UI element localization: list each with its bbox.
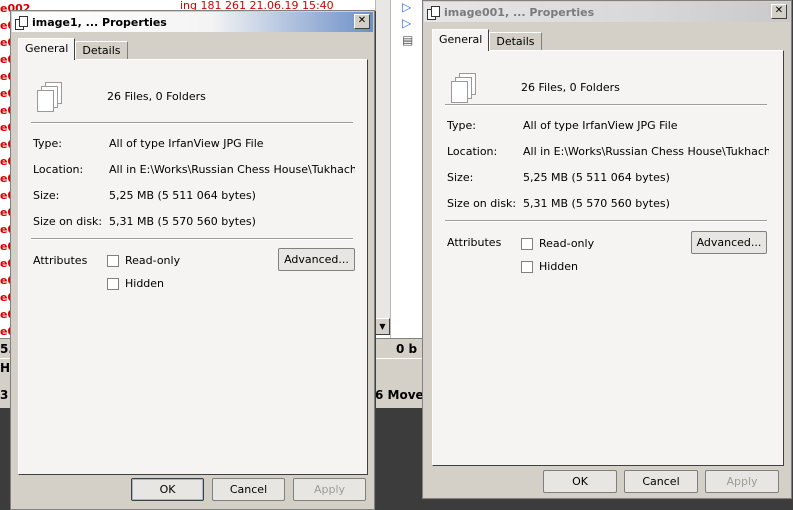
size-label: Size: <box>33 189 60 202</box>
advanced-button[interactable]: Advanced... <box>278 248 355 271</box>
size-on-disk-value: 5,31 MB (5 570 560 bytes) <box>109 215 256 228</box>
tab-general[interactable]: General <box>432 29 490 51</box>
readonly-checkbox[interactable] <box>107 254 119 267</box>
separator <box>445 220 767 222</box>
location-label: Location: <box>33 163 84 176</box>
general-panel: 26 Files, 0 Folders Type: All of type Ir… <box>18 59 368 475</box>
tab-strip: General Details <box>18 38 128 60</box>
tab-details[interactable]: Details <box>489 32 542 51</box>
general-panel: 26 Files, 0 Folders Type: All of type Ir… <box>432 50 784 466</box>
readonly-label: Read-only <box>125 254 181 267</box>
tab-general[interactable]: General <box>18 38 76 60</box>
properties-dialog-1: image1, ... Properties ✕ General Details… <box>10 10 375 510</box>
tab-strip: General Details <box>432 29 542 51</box>
size-on-disk-value: 5,31 MB (5 570 560 bytes) <box>523 197 670 210</box>
readonly-checkbox-row[interactable]: Read-only <box>107 254 180 267</box>
tab-details[interactable]: Details <box>75 41 128 60</box>
dialog-title: image001, ... Properties <box>444 5 595 19</box>
size-value: 5,25 MB (5 511 064 bytes) <box>109 189 256 202</box>
hidden-label: Hidden <box>125 277 165 290</box>
hidden-checkbox[interactable] <box>521 260 533 273</box>
function-key-move[interactable]: 6 Move <box>375 388 424 402</box>
attributes-label: Attributes <box>447 236 502 249</box>
advanced-button[interactable]: Advanced... <box>691 231 767 254</box>
size-value: 5,25 MB (5 511 064 bytes) <box>523 171 670 184</box>
ok-button[interactable]: OK <box>131 478 204 501</box>
separator <box>445 104 767 106</box>
dialog-titlebar[interactable]: image001, ... Properties ✕ <box>424 2 790 22</box>
separator <box>31 238 353 240</box>
close-icon[interactable]: ✕ <box>771 4 787 19</box>
type-value: All of type IrfanView JPG File <box>109 137 264 150</box>
properties-dialog-2: image001, ... Properties ✕ General Detai… <box>422 0 792 499</box>
multiple-files-icon <box>37 82 65 114</box>
size-label: Size: <box>447 171 474 184</box>
location-value: All in E:\Works\Russian Chess House\Tukh… <box>109 163 355 176</box>
hidden-checkbox-row[interactable]: Hidden <box>521 260 578 273</box>
dialog-titlebar[interactable]: image1, ... Properties ✕ <box>12 12 373 32</box>
separator <box>31 122 353 124</box>
vertical-scrollbar[interactable] <box>375 0 390 335</box>
location-label: Location: <box>447 145 498 158</box>
files-icon <box>15 15 28 30</box>
ok-button[interactable]: OK <box>543 470 617 493</box>
file-count: 26 Files, 0 Folders <box>521 81 620 94</box>
close-icon[interactable]: ✕ <box>354 14 370 29</box>
readonly-checkbox-row[interactable]: Read-only <box>521 237 594 250</box>
play-arrow-icon: ▷ <box>402 16 412 30</box>
hidden-checkbox[interactable] <box>107 277 119 290</box>
location-value: All in E:\Works\Russian Chess House\Tukh… <box>523 145 769 158</box>
dialog-title: image1, ... Properties <box>32 15 167 29</box>
file-count: 26 Files, 0 Folders <box>107 90 206 103</box>
multiple-files-icon <box>451 73 479 105</box>
readonly-label: Read-only <box>539 237 595 250</box>
play-arrow-icon: ▷ <box>402 0 412 14</box>
size-on-disk-label: Size on disk: <box>447 197 517 210</box>
function-key-label: H <box>0 361 11 375</box>
cancel-button[interactable]: Cancel <box>624 470 698 493</box>
files-icon <box>427 5 440 20</box>
size-on-disk-label: Size on disk: <box>33 215 103 228</box>
attributes-label: Attributes <box>33 254 88 267</box>
readonly-checkbox[interactable] <box>521 237 533 250</box>
apply-button[interactable]: Apply <box>705 470 779 493</box>
apply-button[interactable]: Apply <box>293 478 366 501</box>
type-label: Type: <box>33 137 62 150</box>
cancel-button[interactable]: Cancel <box>212 478 285 501</box>
type-value: All of type IrfanView JPG File <box>523 119 678 132</box>
document-icon: ▤ <box>402 33 414 47</box>
type-label: Type: <box>447 119 476 132</box>
hidden-checkbox-row[interactable]: Hidden <box>107 277 164 290</box>
scroll-down-arrow-icon[interactable]: ▼ <box>375 318 390 335</box>
hidden-label: Hidden <box>539 260 579 273</box>
